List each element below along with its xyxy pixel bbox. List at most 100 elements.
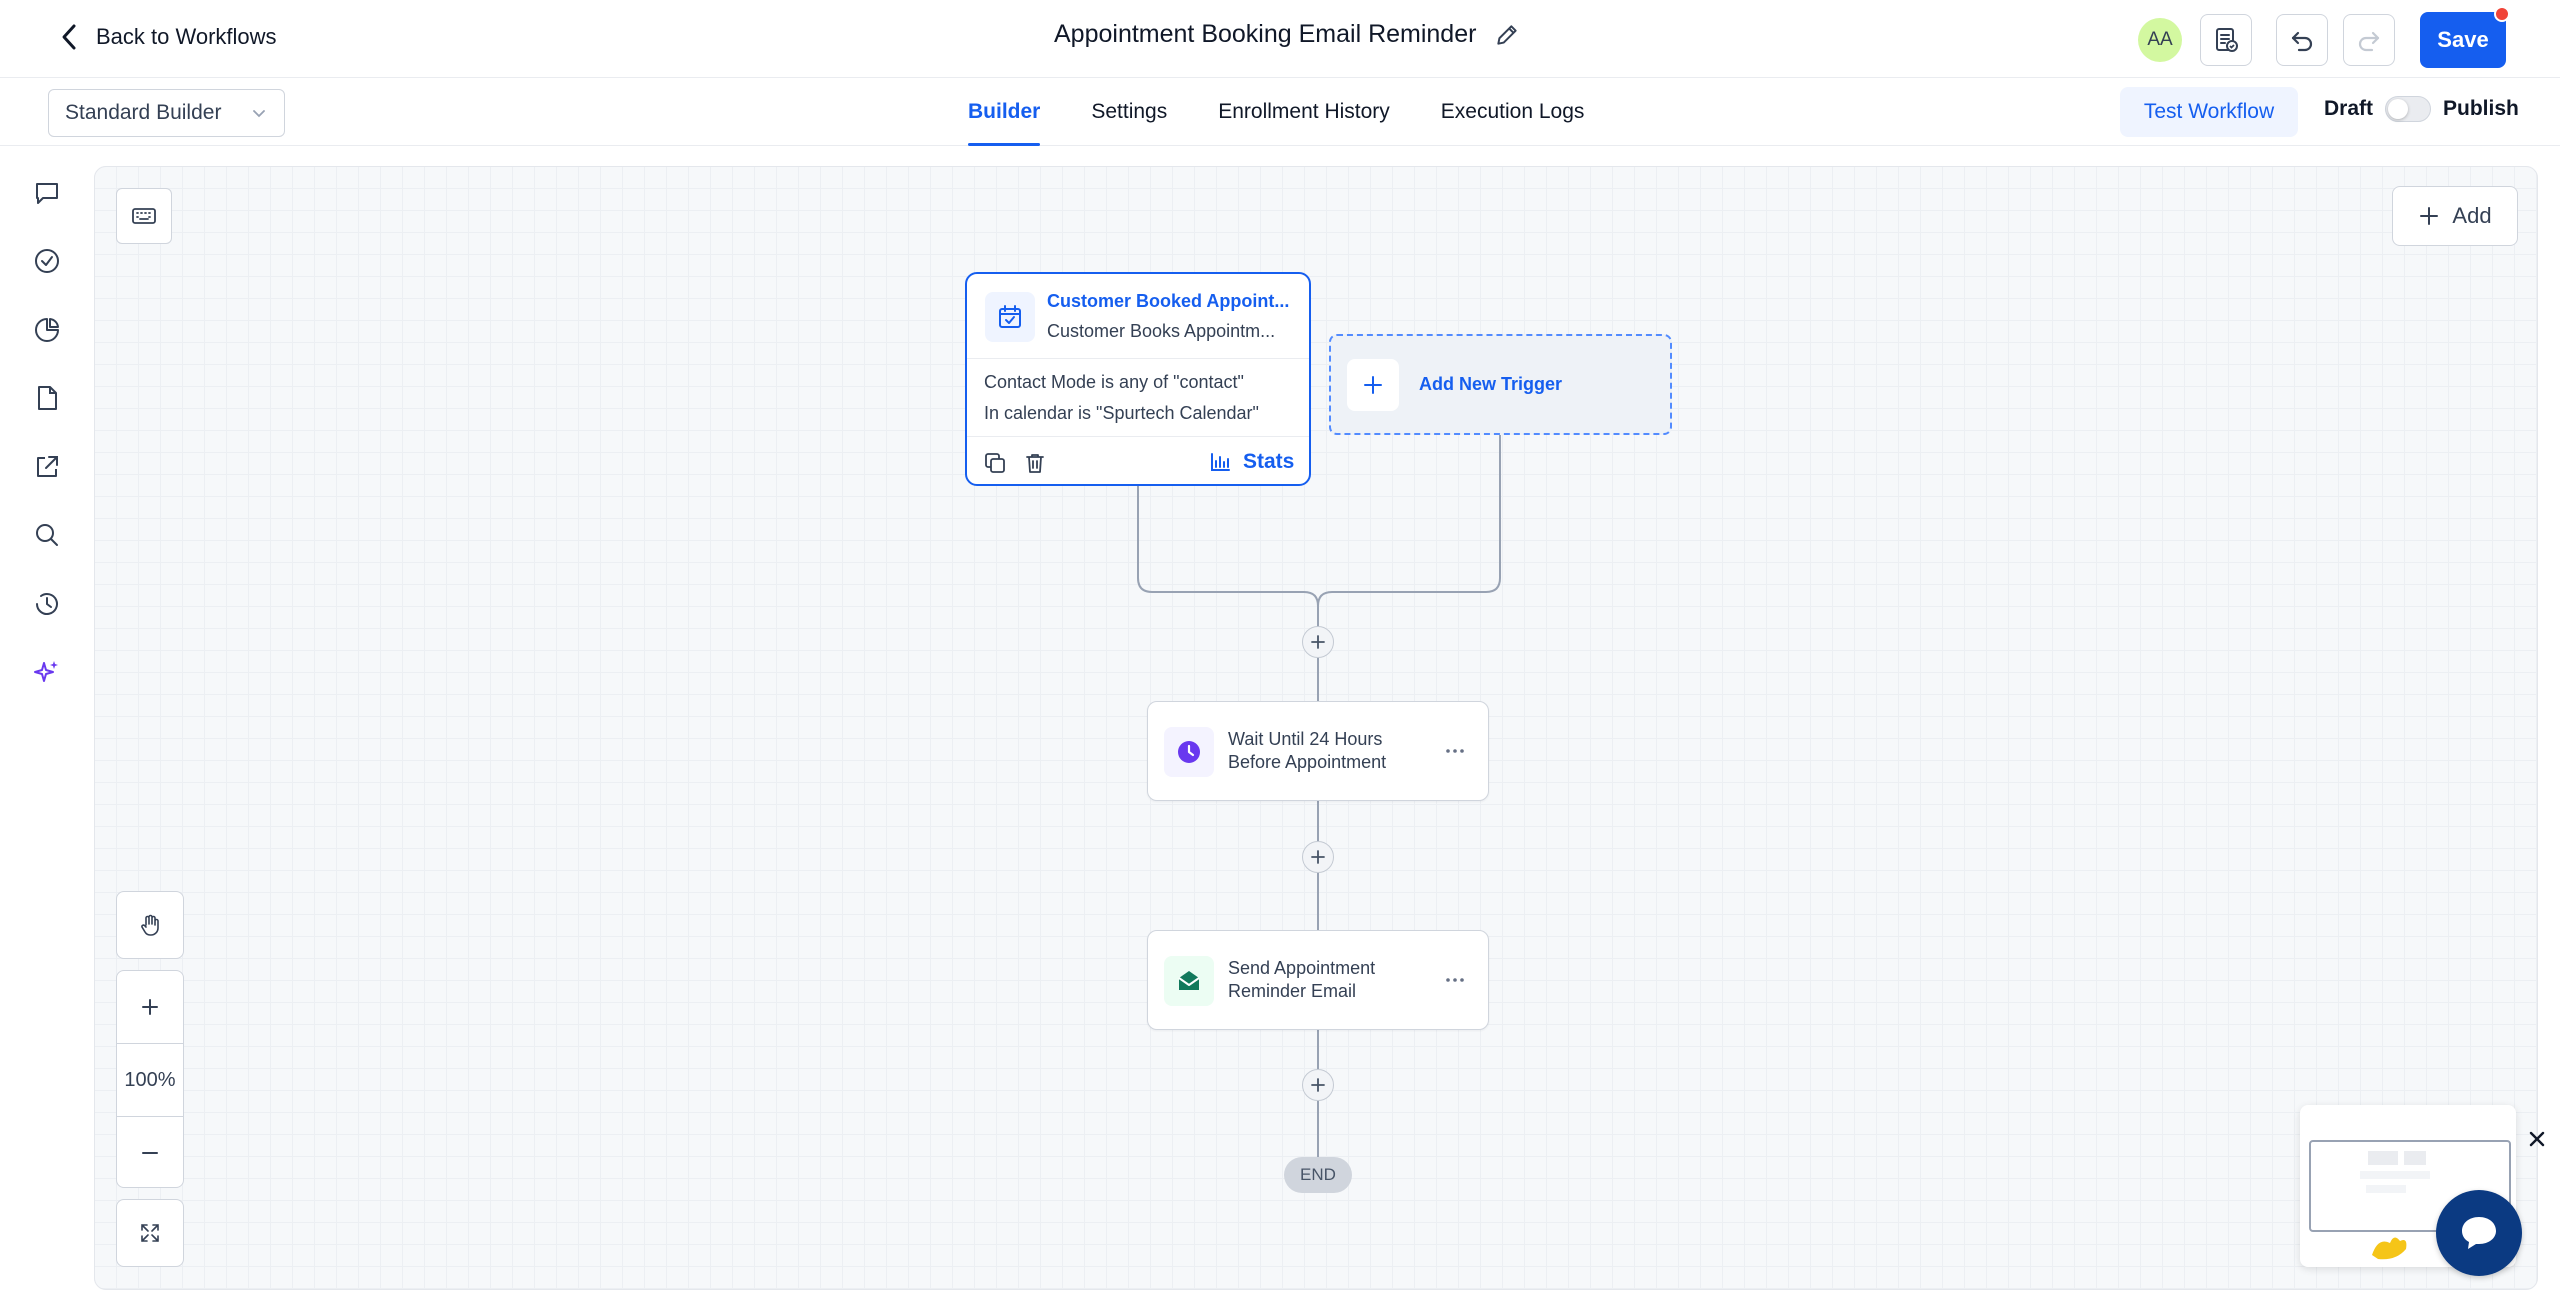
left-sidebar: [0, 146, 94, 1303]
trigger-title: Customer Booked Appoint...: [1047, 291, 1290, 311]
sidebar-ai-assistant[interactable]: [30, 655, 64, 689]
tab-execution-logs[interactable]: Execution Logs: [1441, 78, 1585, 146]
add-button[interactable]: Add: [2392, 186, 2518, 246]
calendar-check-icon: [999, 305, 1021, 328]
pencil-icon[interactable]: [1494, 22, 1520, 48]
keyboard-icon: [132, 208, 156, 224]
fit-view-button[interactable]: [116, 1199, 184, 1267]
stats-button[interactable]: Stats: [1209, 450, 1294, 474]
wait-action-label: Wait Until 24 Hours Before Appointment: [1228, 728, 1386, 774]
sidebar-comments[interactable]: [30, 176, 64, 210]
keyboard-shortcuts-button[interactable]: [116, 188, 172, 244]
add-trigger-plus: [1347, 358, 1399, 411]
end-node: END: [1284, 1157, 1352, 1193]
back-to-workflows-link[interactable]: Back to Workflows: [58, 22, 277, 52]
workflow-title: Appointment Booking Email Reminder: [1054, 20, 1477, 48]
email-action-label: Send Appointment Reminder Email: [1228, 957, 1375, 1003]
more-options-icon[interactable]: [1444, 969, 1466, 991]
trash-icon[interactable]: [1023, 451, 1047, 475]
minus-icon: [142, 1152, 158, 1154]
pie-chart-icon: [35, 318, 59, 342]
stats-label: Stats: [1243, 450, 1295, 473]
email-icon-box: [1164, 956, 1214, 1006]
clock-icon: [1178, 741, 1200, 763]
back-label: Back to Workflows: [96, 24, 277, 49]
copy-icon[interactable]: [983, 451, 1007, 475]
document-check-icon: [2216, 28, 2238, 52]
undo-button[interactable]: [2276, 14, 2328, 66]
action-card-send-email[interactable]: Send Appointment Reminder Email: [1147, 930, 1489, 1030]
add-label: Add: [2452, 203, 2492, 228]
add-new-trigger-button[interactable]: Add New Trigger: [1329, 334, 1672, 435]
history-icon: [36, 593, 58, 615]
wait-action-line-2: Before Appointment: [1228, 752, 1387, 772]
builder-mode-select[interactable]: Standard Builder: [48, 89, 285, 137]
sidebar-external[interactable]: [30, 450, 64, 484]
chat-bubble-icon: [2462, 1217, 2496, 1249]
notes-button[interactable]: [2200, 14, 2252, 66]
close-icon[interactable]: [2526, 1128, 2548, 1150]
notification-dot: [2494, 6, 2510, 22]
chevron-down-icon: [253, 110, 265, 118]
hand-icon: [141, 914, 159, 936]
zoom-out-button[interactable]: [117, 1117, 183, 1189]
email-action-line-1: Send Appointment: [1228, 958, 1376, 978]
chat-launcher-button[interactable]: [2436, 1190, 2522, 1276]
zoom-controls: 100%: [116, 970, 184, 1188]
trigger-icon-box: [985, 292, 1035, 342]
trigger-condition-1: Contact Mode is any of "contact": [984, 372, 1244, 392]
email-action-line-2: Reminder Email: [1228, 981, 1357, 1001]
plus-icon: [142, 999, 158, 1015]
save-button[interactable]: Save: [2420, 12, 2506, 68]
zoom-level: 100%: [117, 1043, 183, 1117]
trigger-card[interactable]: Customer Booked Appoint... Customer Book…: [965, 272, 1311, 486]
email-icon: [1178, 971, 1200, 990]
wait-action-line-1: Wait Until 24 Hours: [1228, 729, 1383, 749]
bar-chart-icon: [1211, 453, 1230, 471]
test-workflow-button[interactable]: Test Workflow: [2120, 87, 2298, 137]
undo-icon: [2291, 31, 2313, 52]
trigger-condition-2: In calendar is "Spurtech Calendar": [984, 403, 1259, 423]
plus-icon: [1311, 1078, 1325, 1092]
plus-icon: [2420, 207, 2439, 225]
external-link-icon: [37, 456, 58, 477]
plus-icon: [1311, 850, 1325, 864]
more-options-icon[interactable]: [1444, 740, 1466, 762]
publish-toggle[interactable]: [2385, 96, 2432, 122]
expand-icon: [141, 1224, 159, 1242]
trigger-divider: [967, 358, 1309, 359]
sub-header: Standard Builder Builder Settings Enroll…: [0, 78, 2560, 146]
action-card-wait[interactable]: Wait Until 24 Hours Before Appointment: [1147, 701, 1489, 801]
sidebar-history[interactable]: [30, 587, 64, 621]
user-avatar[interactable]: AA: [2138, 18, 2182, 62]
trigger-subtitle: Customer Books Appointm...: [1047, 321, 1276, 341]
document-icon: [38, 386, 57, 410]
sidebar-search[interactable]: [30, 518, 64, 552]
workflow-tabs: Builder Settings Enrollment History Exec…: [968, 78, 1635, 146]
zoom-in-button[interactable]: [117, 971, 183, 1043]
check-circle-icon: [35, 249, 59, 273]
builder-mode-value: Standard Builder: [65, 101, 222, 124]
add-new-trigger-label: Add New Trigger: [1419, 374, 1563, 394]
add-step-button[interactable]: [1302, 841, 1334, 873]
top-header: Back to Workflows Appointment Booking Em…: [0, 0, 2560, 78]
add-step-button[interactable]: [1302, 1069, 1334, 1101]
tab-builder[interactable]: Builder: [968, 78, 1041, 146]
plus-icon: [1311, 635, 1325, 649]
redo-button[interactable]: [2343, 14, 2395, 66]
draft-label: Draft: [2324, 97, 2374, 120]
sidebar-tasks[interactable]: [30, 244, 64, 278]
publish-label: Publish: [2443, 97, 2519, 120]
pan-tool-button[interactable]: [116, 891, 184, 959]
sidebar-documents[interactable]: [30, 381, 64, 415]
wait-icon-box: [1164, 727, 1214, 777]
workflow-title-group: Appointment Booking Email Reminder: [1054, 20, 1520, 49]
redo-icon: [2358, 31, 2380, 52]
sparkle-icon: [34, 661, 58, 682]
add-step-button[interactable]: [1302, 626, 1334, 658]
chevron-left-icon: [62, 24, 76, 50]
tab-settings[interactable]: Settings: [1091, 78, 1167, 146]
search-icon: [36, 524, 58, 546]
sidebar-analytics[interactable]: [30, 313, 64, 347]
tab-enrollment-history[interactable]: Enrollment History: [1218, 78, 1390, 146]
